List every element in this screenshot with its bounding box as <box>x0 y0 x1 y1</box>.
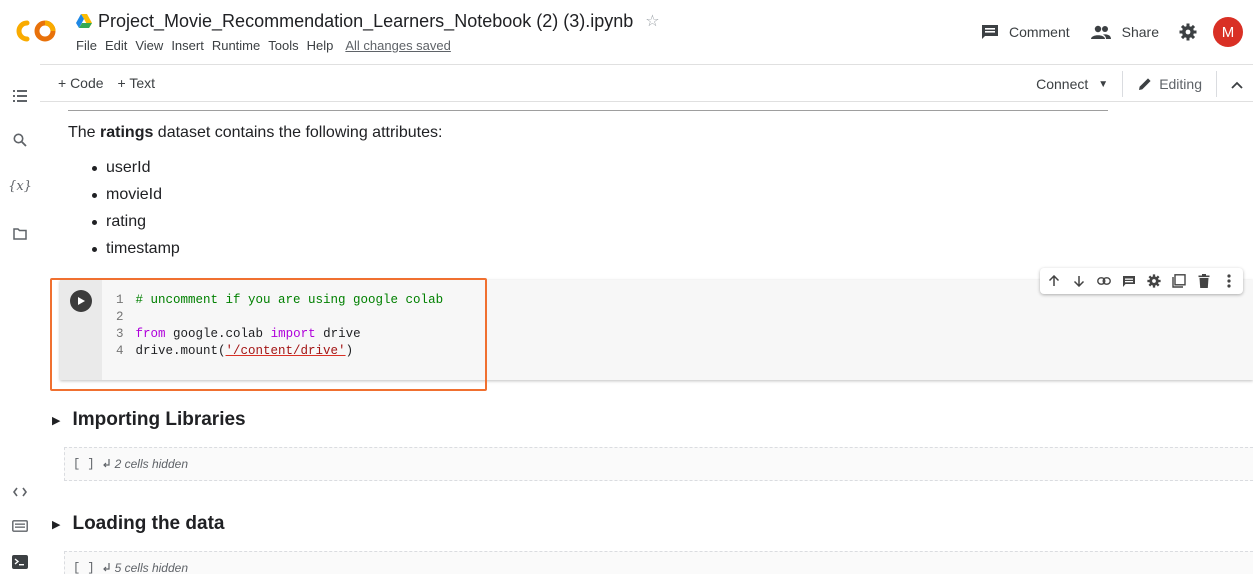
comment-icon[interactable] <box>1121 273 1137 289</box>
table-of-contents-icon[interactable] <box>10 86 30 106</box>
list-item: rating <box>92 212 180 239</box>
menu-tools[interactable]: Tools <box>268 38 298 53</box>
add-cell-group: + Code + Text <box>58 75 169 91</box>
chevron-up-icon <box>1231 81 1243 89</box>
command-palette-icon[interactable] <box>10 516 30 536</box>
folder-icon[interactable] <box>10 224 30 244</box>
app-header: Project_Movie_Recommendation_Learners_No… <box>0 0 1253 64</box>
share-label: Share <box>1121 24 1159 40</box>
annotation-highlight-box <box>50 278 487 391</box>
horizontal-rule <box>68 110 1108 111</box>
section-title: Importing Libraries <box>72 409 246 430</box>
menu-insert[interactable]: Insert <box>171 38 204 53</box>
intro-bold: ratings <box>100 124 154 141</box>
list-item: timestamp <box>92 239 180 266</box>
section-title: Loading the data <box>72 513 225 534</box>
list-item: movieId <box>92 185 180 212</box>
chevron-down-icon[interactable]: ▼ <box>1098 79 1108 90</box>
pencil-icon <box>1139 78 1151 90</box>
collapse-header-button[interactable] <box>1217 76 1243 92</box>
toolbar-right: Connect ▼ Editing <box>1036 71 1243 97</box>
editing-label: Editing <box>1159 76 1202 92</box>
notebook-content: The ratings dataset contains the followi… <box>40 102 1253 574</box>
hidden-count: 5 cells hidden <box>114 561 188 574</box>
settings-gear-icon[interactable] <box>1179 23 1197 41</box>
connect-button[interactable]: Connect ▼ <box>1036 71 1124 97</box>
delete-icon[interactable] <box>1196 273 1212 289</box>
people-icon <box>1090 25 1111 39</box>
save-status[interactable]: All changes saved <box>345 38 451 53</box>
left-rail: {x} <box>0 64 40 574</box>
code-snippets-icon[interactable] <box>10 482 30 502</box>
cell-bracket: [ ] <box>73 561 95 574</box>
menu-view[interactable]: View <box>135 38 163 53</box>
share-button[interactable]: Share <box>1090 24 1159 40</box>
menu-help[interactable]: Help <box>307 38 334 53</box>
star-icon[interactable]: ☆ <box>645 11 659 31</box>
move-down-icon[interactable] <box>1071 273 1087 289</box>
menu-file[interactable]: File <box>76 38 97 53</box>
colab-logo[interactable] <box>14 16 58 46</box>
mirror-cell-icon[interactable] <box>1171 273 1187 289</box>
add-text-button[interactable]: + Text <box>118 75 156 91</box>
caret-right-icon[interactable]: ▶ <box>52 518 60 531</box>
menu-edit[interactable]: Edit <box>105 38 127 53</box>
intro-suffix: dataset contains the following attribute… <box>153 124 443 141</box>
hidden-cells-loading[interactable]: [ ] 5 cells hidden <box>64 551 1253 574</box>
terminal-icon[interactable] <box>10 552 30 572</box>
return-arrow-icon <box>102 458 110 467</box>
section-importing-libraries[interactable]: ▶ Importing Libraries <box>52 409 246 431</box>
connect-label: Connect <box>1036 76 1089 92</box>
search-icon[interactable] <box>10 130 30 150</box>
comment-icon <box>981 25 998 39</box>
section-loading-data[interactable]: ▶ Loading the data <box>52 513 224 535</box>
link-icon[interactable] <box>1096 273 1112 289</box>
title-row: Project_Movie_Recommendation_Learners_No… <box>76 10 660 32</box>
more-vert-icon[interactable] <box>1221 273 1237 289</box>
hidden-count: 2 cells hidden <box>114 457 188 471</box>
avatar[interactable]: M <box>1213 17 1243 47</box>
list-item: userId <box>92 158 180 185</box>
move-up-icon[interactable] <box>1046 273 1062 289</box>
return-arrow-icon <box>102 562 110 571</box>
intro-prefix: The <box>68 124 101 141</box>
hidden-cells-importing[interactable]: [ ] 2 cells hidden <box>64 447 1253 481</box>
cell-toolbar <box>1040 268 1243 294</box>
drive-icon[interactable] <box>76 14 92 28</box>
caret-right-icon[interactable]: ▶ <box>52 414 60 427</box>
cell-settings-gear-icon[interactable] <box>1146 273 1162 289</box>
comment-button[interactable]: Comment <box>981 24 1070 40</box>
text-cell-intro[interactable]: The ratings dataset contains the followi… <box>68 124 442 142</box>
menu-runtime[interactable]: Runtime <box>212 38 260 53</box>
menu-bar: File Edit View Insert Runtime Tools Help… <box>76 38 459 53</box>
editing-mode-button[interactable]: Editing <box>1123 71 1217 97</box>
variables-icon[interactable]: {x} <box>8 176 32 196</box>
header-actions: Comment Share M <box>981 12 1253 52</box>
notebook-title[interactable]: Project_Movie_Recommendation_Learners_No… <box>98 11 633 32</box>
comment-label: Comment <box>1008 24 1070 40</box>
attribute-list: userId movieId rating timestamp <box>92 158 180 266</box>
notebook-toolbar: + Code + Text Connect ▼ Editing <box>40 64 1253 102</box>
add-code-button[interactable]: + Code <box>58 75 104 91</box>
cell-bracket: [ ] <box>73 457 95 471</box>
